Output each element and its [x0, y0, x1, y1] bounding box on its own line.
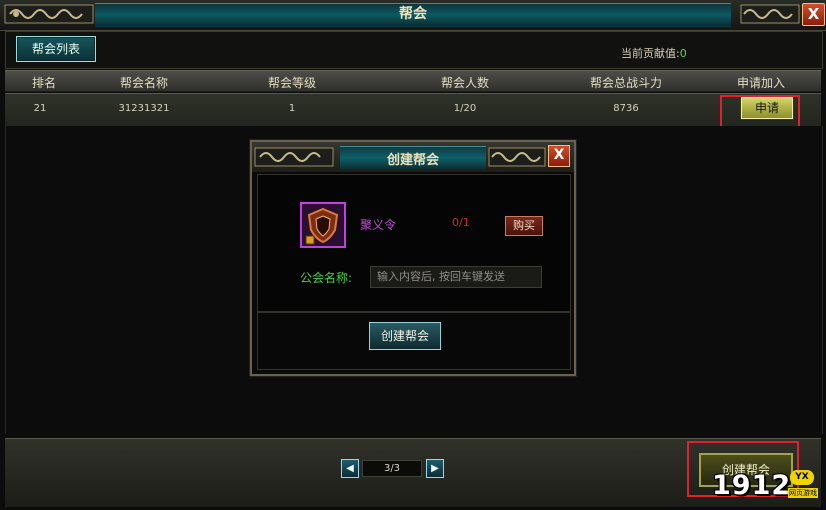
dialog-title-bar: 创建帮会 X [252, 142, 574, 172]
cell-rank: 21 [33, 103, 47, 114]
next-page-button[interactable]: ▶ [426, 459, 444, 478]
logo-number: 1912 [712, 470, 792, 501]
logo-badge: YX [790, 470, 814, 485]
column-header-power: 帮会总战斗力 [589, 76, 662, 90]
buy-button[interactable]: 购买 [505, 216, 543, 236]
column-header-rank: 排名 [31, 76, 56, 90]
site-logo: 1912 YX 网页游戏 [712, 468, 820, 508]
dialog-ornament-right-icon [488, 147, 546, 167]
item-name: 聚义令 [360, 218, 397, 232]
cell-level: 1 [288, 103, 296, 114]
dialog-create-button[interactable]: 创建帮会 [369, 322, 441, 350]
cell-members: 1/20 [453, 103, 477, 114]
highlight-box-apply [720, 95, 800, 130]
contribution-display: 当前贡献值:0 [621, 45, 687, 61]
guild-name-input[interactable]: 输入内容后, 按回车键发送 [370, 266, 542, 288]
column-header-apply: 申请加入 [736, 76, 785, 90]
guild-name-label: 公会名称: [300, 271, 353, 285]
dialog-title: 创建帮会 [386, 153, 439, 168]
column-header-members: 帮会人数 [440, 76, 489, 90]
guild-window: 帮会 X 帮会列表 当前贡献值:0 排名 帮会名称 帮会等级 帮会人数 帮会总战… [0, 0, 826, 510]
close-button[interactable]: X [802, 3, 825, 26]
page-indicator: 3/3 [362, 460, 422, 477]
cell-power: 8736 [613, 103, 639, 114]
column-header-name: 帮会名称 [119, 76, 168, 90]
token-item-icon [300, 202, 346, 248]
window-title: 帮会 [399, 6, 427, 22]
contribution-label: 当前贡献值: [621, 47, 680, 60]
item-count: 0/1 [452, 216, 470, 229]
cell-name: 31231321 [118, 103, 170, 114]
title-bar: 帮会 X [0, 0, 826, 31]
logo-subtext: 网页游戏 [788, 488, 818, 498]
prev-page-button[interactable]: ◀ [341, 459, 359, 478]
column-header-level: 帮会等级 [267, 76, 316, 90]
contribution-value: 0 [679, 47, 687, 60]
tab-guild-list[interactable]: 帮会列表 [16, 36, 96, 62]
tab-bar: 帮会列表 当前贡献值:0 [5, 31, 823, 69]
table-row: 21 31231321 1 1/20 8736 申请 [5, 93, 821, 127]
dialog-close-button[interactable]: X [548, 145, 570, 167]
dialog-ornament-left-icon [254, 147, 334, 167]
table-header: 排名 帮会名称 帮会等级 帮会人数 帮会总战斗力 申请加入 [5, 70, 821, 92]
